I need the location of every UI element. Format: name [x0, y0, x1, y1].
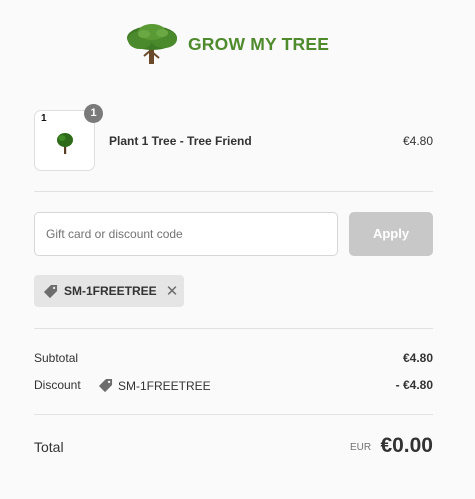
tag-icon: [98, 378, 113, 393]
discount-label: Discount: [34, 378, 81, 392]
subtotal-label: Subtotal: [34, 351, 79, 365]
discount-value: - €4.80: [395, 378, 433, 392]
cart-line-item: 1 1 Plant 1 Tree - Tree Friend €4.80: [34, 104, 433, 171]
total-label: Total: [34, 439, 64, 455]
tree-logo-icon: [127, 24, 177, 64]
currency-code: EUR: [350, 442, 372, 453]
divider: [34, 414, 433, 415]
brand-name: GROW MY TREE: [188, 33, 330, 54]
brand-logo[interactable]: GROW MY TREE: [122, 22, 329, 66]
discount-code-chip: SM-1FREETREE: [98, 378, 211, 393]
tree-icon: [57, 133, 73, 154]
product-name: Plant 1 Tree - Tree Friend: [109, 134, 252, 148]
product-price: €4.80: [402, 134, 433, 148]
close-icon[interactable]: ✕: [166, 284, 179, 299]
apply-button[interactable]: Apply: [349, 212, 433, 256]
subtotal-row: Subtotal €4.80: [34, 351, 433, 369]
tag-icon: [43, 284, 58, 298]
total-value: €0.00: [380, 434, 433, 457]
divider: [34, 191, 433, 192]
subtotal-value: €4.80: [402, 351, 433, 365]
quantity-badge: 1: [84, 104, 103, 123]
discount-code-input[interactable]: [34, 212, 338, 256]
discount-row: Discount SM-1FREETREE - €4.80: [34, 378, 433, 396]
applied-discount-tag: SM-1FREETREE ✕: [34, 275, 184, 307]
applied-discount-code: SM-1FREETREE: [64, 284, 157, 298]
divider: [34, 328, 433, 329]
discount-code-text: SM-1FREETREE: [118, 378, 211, 393]
thumbnail-label: 1: [41, 113, 47, 124]
